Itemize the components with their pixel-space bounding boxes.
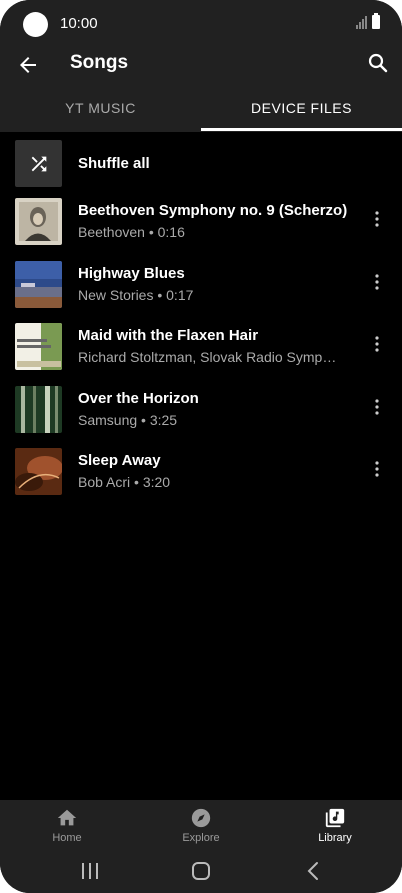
- camera-cutout: [23, 12, 48, 37]
- page-title: Songs: [70, 52, 129, 73]
- tab-indicator: [201, 128, 402, 131]
- more-vert-icon[interactable]: [368, 273, 386, 291]
- song-subtitle: New Stories • 0:17: [78, 287, 194, 303]
- library-music-icon: [325, 808, 345, 828]
- album-art: [15, 448, 62, 495]
- album-art: [15, 323, 62, 370]
- song-row[interactable]: Beethoven Symphony no. 9 (Scherzo) Beeth…: [0, 193, 402, 253]
- tab-bar: YT MUSIC DEVICE FILES: [0, 88, 402, 132]
- song-row[interactable]: Maid with the Flaxen Hair Richard Stoltz…: [0, 318, 402, 378]
- nav-library[interactable]: Library: [268, 800, 402, 850]
- more-vert-icon[interactable]: [368, 335, 386, 353]
- home-icon: [57, 809, 77, 826]
- song-subtitle: Beethoven • 0:16: [78, 224, 185, 240]
- song-row[interactable]: Highway Blues New Stories • 0:17: [0, 256, 402, 316]
- song-row[interactable]: Sleep Away Bob Acri • 3:20: [0, 443, 402, 503]
- album-art: [15, 198, 62, 245]
- status-time: 10:00: [60, 15, 98, 32]
- status-bar: 10:00: [0, 0, 402, 48]
- album-art: [15, 261, 62, 308]
- nav-home-label: Home: [52, 832, 82, 844]
- phone-screen: 10:00 Songs YT MUSIC DEVICE FILES Shuffl…: [0, 0, 402, 893]
- back-arrow-icon[interactable]: [16, 53, 40, 77]
- shuffle-icon: [15, 140, 62, 187]
- song-title: Beethoven Symphony no. 9 (Scherzo): [78, 202, 348, 219]
- song-title: Sleep Away: [78, 452, 161, 469]
- tab-yt-music[interactable]: YT MUSIC: [0, 88, 201, 132]
- system-navigation-bar: [0, 850, 402, 893]
- nav-library-label: Library: [318, 832, 352, 844]
- shuffle-all-label: Shuffle all: [78, 155, 150, 172]
- shuffle-all-row[interactable]: Shuffle all: [0, 138, 402, 190]
- signal-icon: [356, 16, 367, 29]
- compass-icon: [191, 808, 211, 828]
- battery-icon: [372, 13, 380, 29]
- search-icon[interactable]: [366, 51, 390, 75]
- more-vert-icon[interactable]: [368, 460, 386, 478]
- song-subtitle: Samsung • 3:25: [78, 412, 178, 428]
- song-title: Over the Horizon: [78, 390, 199, 407]
- album-art: [15, 386, 62, 433]
- song-title: Maid with the Flaxen Hair: [78, 327, 259, 344]
- nav-explore[interactable]: Explore: [134, 800, 268, 850]
- song-subtitle: Bob Acri • 3:20: [78, 474, 171, 490]
- nav-home[interactable]: Home: [0, 800, 134, 850]
- song-row[interactable]: Over the Horizon Samsung • 3:25: [0, 381, 402, 441]
- back-button-icon[interactable]: [305, 861, 321, 881]
- app-bar: Songs: [0, 48, 402, 88]
- bottom-navigation: Home Explore Library: [0, 800, 402, 850]
- recent-apps-icon[interactable]: [80, 862, 100, 880]
- song-title: Highway Blues: [78, 265, 185, 282]
- more-vert-icon[interactable]: [368, 398, 386, 416]
- nav-explore-label: Explore: [182, 832, 220, 844]
- tab-device-files[interactable]: DEVICE FILES: [201, 88, 402, 132]
- song-subtitle: Richard Stoltzman, Slovak Radio Symp…: [78, 349, 337, 365]
- home-button-icon[interactable]: [191, 861, 211, 881]
- more-vert-icon[interactable]: [368, 210, 386, 228]
